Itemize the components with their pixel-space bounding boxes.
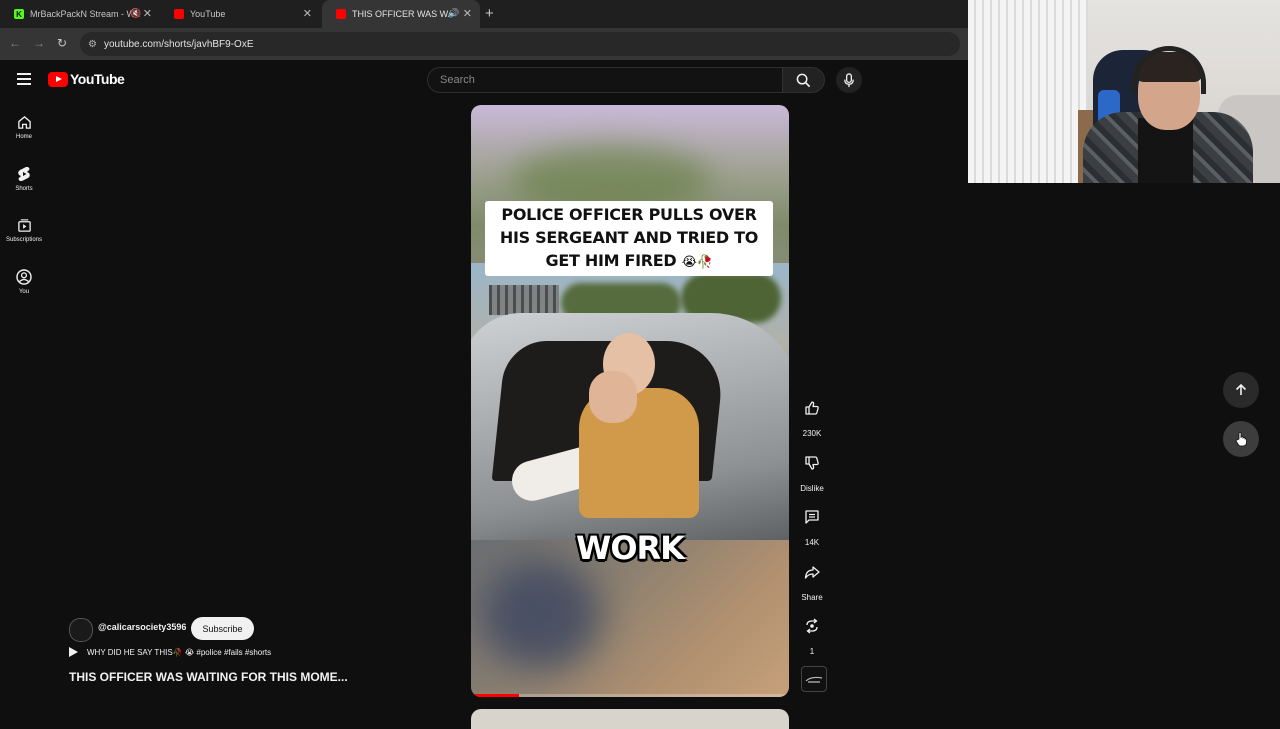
tab-youtube[interactable]: YouTube ✕: [160, 0, 320, 28]
video-subtitle: WORK: [576, 529, 685, 567]
youtube-play-icon: [48, 71, 68, 87]
thumbs-down-icon: [805, 456, 819, 470]
thumbs-up-icon: [805, 401, 819, 415]
speaker-icon[interactable]: 🔊: [448, 8, 459, 19]
tab-title: MrBackPackN Stream - Wa: [30, 9, 140, 19]
hand-cursor-icon: [1235, 432, 1247, 447]
sidebar-item-subscriptions[interactable]: Subscriptions: [0, 218, 48, 243]
forward-arrow-icon[interactable]: →: [33, 36, 45, 50]
account-icon: [16, 269, 32, 285]
remix-button[interactable]: 1: [794, 611, 830, 656]
channel-handle[interactable]: @calicarsociety3596: [98, 622, 186, 632]
browser-toolbar: ← → ↻ ⚙ youtube.com/shorts/javhBF9-OxE: [0, 28, 968, 60]
share-label: Share: [801, 593, 823, 602]
close-tab-icon[interactable]: ✕: [463, 7, 472, 20]
back-arrow-icon[interactable]: ←: [9, 36, 21, 50]
new-tab-button[interactable]: +: [485, 5, 494, 22]
home-icon: [17, 116, 31, 129]
video-caption-box: POLICE OFFICER PULLS OVER HIS SERGEANT A…: [485, 201, 773, 276]
video-caption-text: POLICE OFFICER PULLS OVER HIS SERGEANT A…: [499, 205, 759, 270]
dislike-label: Dislike: [800, 484, 824, 493]
comments-button[interactable]: 14K: [794, 502, 830, 547]
address-bar[interactable]: ⚙ youtube.com/shorts/javhBF9-OxE: [80, 32, 960, 56]
shorts-icon: [18, 167, 30, 181]
previous-video-button[interactable]: [1223, 372, 1259, 408]
streamer-webcam-overlay: [968, 0, 1280, 183]
youtube-favicon-icon: [174, 9, 184, 19]
kick-favicon-icon: K: [14, 9, 24, 19]
remix-count: 1: [809, 647, 815, 656]
share-icon: [804, 566, 820, 579]
sidebar-item-label: Shorts: [15, 186, 33, 192]
channel-avatar[interactable]: [69, 618, 93, 642]
arrow-up-icon: [1235, 383, 1247, 395]
youtube-favicon-icon: [336, 9, 346, 19]
tab-current-video[interactable]: THIS OFFICER WAS WAITIN 🔊 ✕: [322, 0, 480, 28]
close-tab-icon[interactable]: ✕: [143, 7, 152, 20]
tab-title: YouTube: [190, 9, 226, 19]
close-tab-icon[interactable]: ✕: [303, 7, 312, 20]
youtube-logo[interactable]: YouTube: [48, 71, 125, 87]
sidebar-item-label: You: [18, 289, 30, 295]
video-progress-bar[interactable]: [471, 694, 789, 697]
video-progress-fill: [471, 694, 519, 697]
search-input[interactable]: [438, 73, 762, 87]
video-caption-emoji: 😭🥀: [681, 255, 713, 270]
site-info-icon[interactable]: ⚙: [88, 39, 102, 50]
sidebar-item-home[interactable]: Home: [0, 115, 48, 140]
remix-icon: [806, 618, 818, 634]
search-box: [427, 67, 783, 93]
like-count: 230K: [802, 429, 822, 438]
video-frame: [471, 263, 789, 543]
reload-icon[interactable]: ↻: [57, 36, 67, 50]
microphone-icon: [844, 72, 854, 87]
next-video-button[interactable]: [1223, 421, 1259, 457]
tab-title: THIS OFFICER WAS WAITIN: [352, 9, 450, 19]
mute-icon[interactable]: 🔇: [130, 8, 141, 19]
search-icon: [796, 73, 811, 87]
hamburger-menu-icon[interactable]: [17, 73, 31, 88]
share-button[interactable]: Share: [794, 557, 830, 602]
sidebar-item-you[interactable]: You: [0, 269, 48, 295]
dislike-button[interactable]: Dislike: [794, 448, 830, 493]
video-title[interactable]: THIS OFFICER WAS WAITING FOR THIS MOME..…: [69, 670, 348, 684]
voice-search-button[interactable]: [836, 67, 862, 93]
browser-tab-bar: K MrBackPackN Stream - Wa 🔇 ✕ YouTube ✕ …: [0, 0, 968, 28]
like-button[interactable]: 230K: [794, 393, 830, 438]
url-text: youtube.com/shorts/javhBF9-OxE: [104, 38, 254, 50]
shorts-video-player[interactable]: POLICE OFFICER PULLS OVER HIS SERGEANT A…: [471, 105, 789, 697]
video-description: WHY DID HE SAY THIS🥀 😭 #police #fails #s…: [87, 647, 272, 657]
tab-kick-stream[interactable]: K MrBackPackN Stream - Wa 🔇 ✕: [0, 0, 160, 28]
sidebar-item-shorts[interactable]: Shorts: [0, 166, 48, 192]
sidebar-item-label: Subscriptions: [5, 237, 43, 243]
channel-logo-icon: [805, 676, 823, 683]
sidebar-item-label: Home: [15, 134, 32, 140]
logo-text: YouTube: [70, 71, 125, 87]
comments-count: 14K: [804, 538, 820, 547]
channel-thumbnail[interactable]: [801, 666, 827, 692]
search-button[interactable]: [783, 67, 825, 93]
play-icon: [69, 647, 78, 657]
subscribe-button[interactable]: Subscribe: [191, 617, 254, 640]
next-video-preview[interactable]: [471, 709, 789, 729]
subscriptions-icon: [17, 219, 31, 232]
comment-icon: [805, 510, 819, 524]
video-description-row[interactable]: WHY DID HE SAY THIS🥀 😭 #police #fails #s…: [69, 647, 271, 657]
